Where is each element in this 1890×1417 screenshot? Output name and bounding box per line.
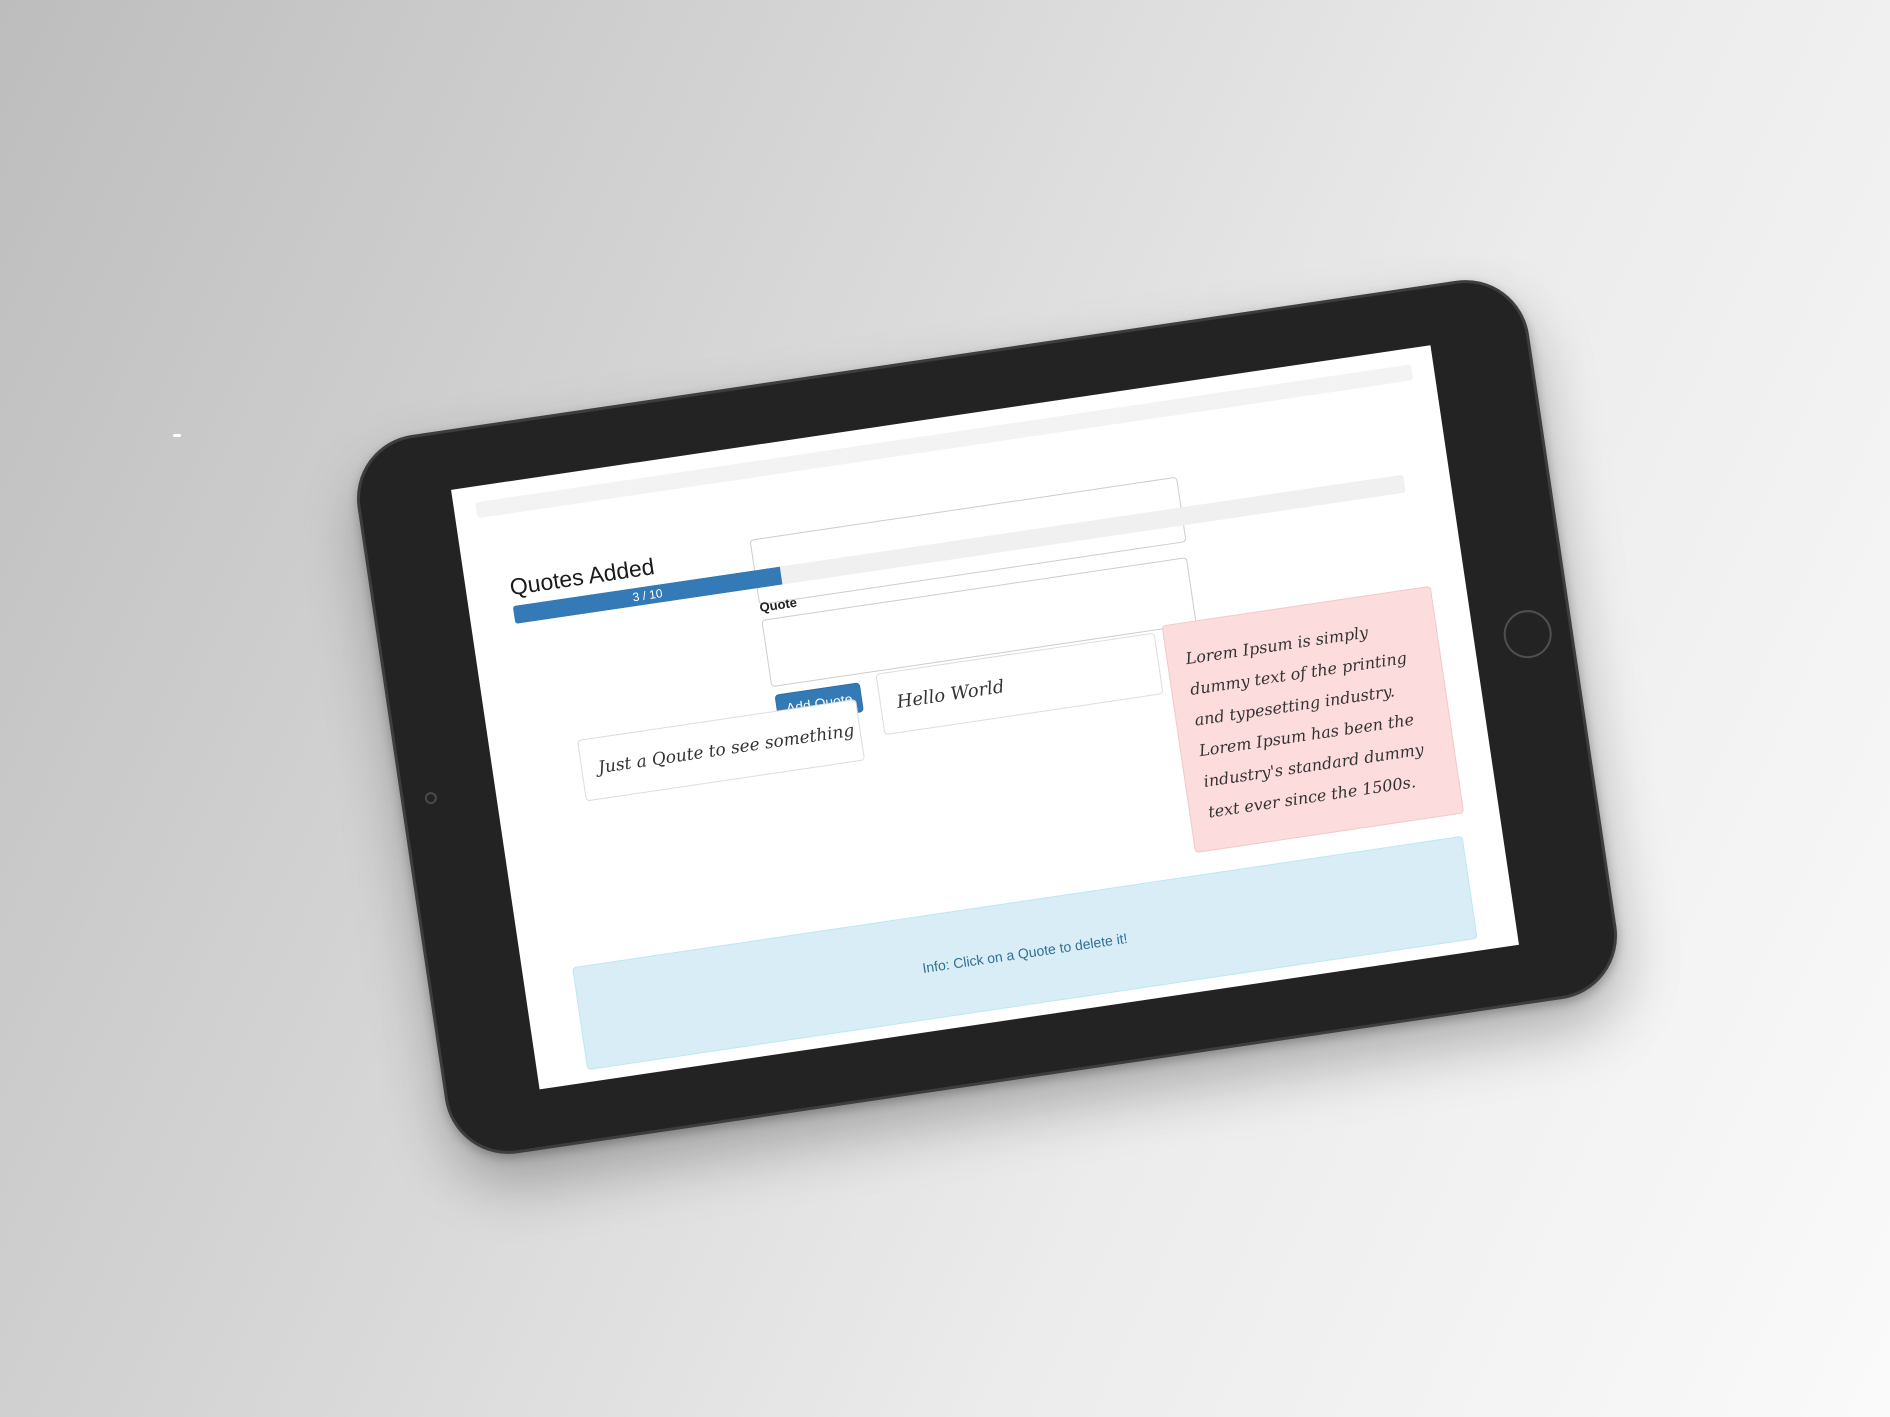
info-alert: Info: Click on a Quote to delete it! [572,835,1478,1071]
quote-card[interactable]: Just a Qoute to see something [576,698,866,802]
camera-icon [424,791,438,805]
home-button[interactable] [1500,606,1555,662]
tablet-device: Quotes Added 3 / 10 Quote Add Quote Just… [348,271,1626,1163]
quote-card[interactable]: Lorem Ipsum is simply dummy text of the … [1161,585,1465,854]
background-speck [173,434,181,437]
app-screen: Quotes Added 3 / 10 Quote Add Quote Just… [451,345,1519,1090]
